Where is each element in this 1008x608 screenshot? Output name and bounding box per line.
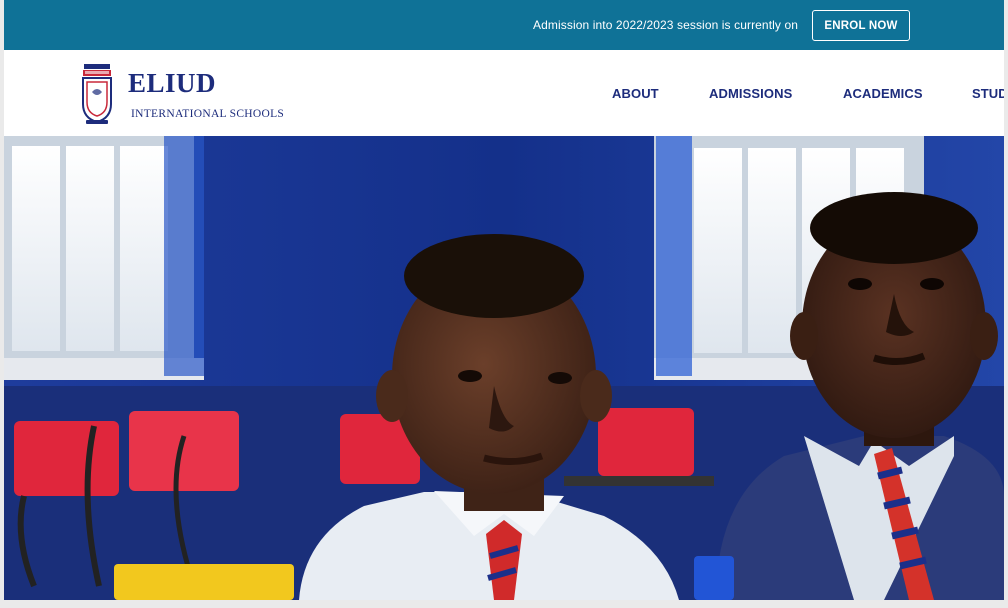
site-header: ELIUD INTERNATIONAL SCHOOLS ABOUT ADMISS… [4,50,1004,136]
brand-subtitle: INTERNATIONAL SCHOOLS [131,108,285,120]
hero-image [4,136,1004,600]
nav-item-students[interactable]: STUD [972,86,1004,101]
announcement-text: Admission into 2022/2023 session is curr… [533,18,798,32]
students-photo-icon [4,136,1004,600]
main-nav: ABOUT ADMISSIONS ACADEMICS STUD [4,86,1004,102]
nav-item-about[interactable]: ABOUT [612,86,659,101]
nav-item-academics[interactable]: ACADEMICS [843,86,923,101]
enrol-now-button[interactable]: ENROL NOW [812,10,910,41]
announcement-bar: Admission into 2022/2023 session is curr… [4,0,1004,50]
page: Admission into 2022/2023 session is curr… [4,0,1004,600]
nav-item-admissions[interactable]: ADMISSIONS [709,86,792,101]
